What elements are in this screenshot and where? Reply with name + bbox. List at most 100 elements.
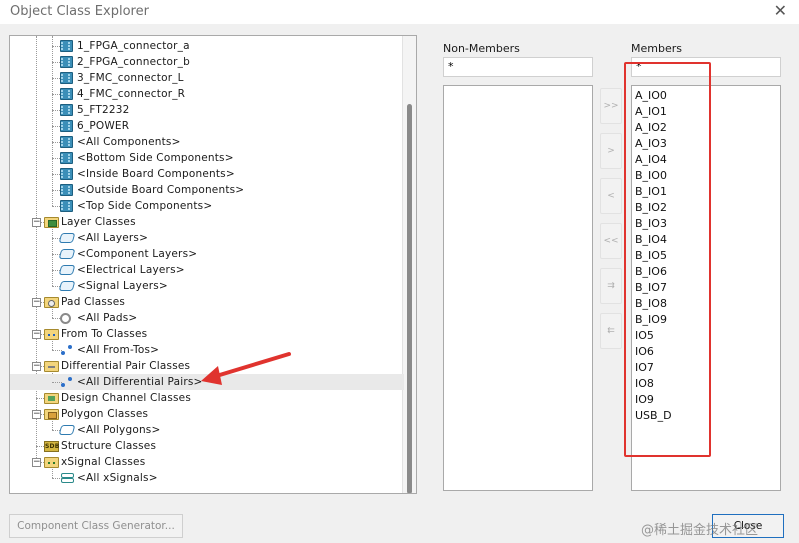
collapse-expander-icon[interactable]: − bbox=[32, 330, 41, 339]
scrollbar-thumb[interactable] bbox=[407, 104, 412, 493]
component-icon bbox=[60, 200, 73, 212]
component-icon bbox=[60, 136, 73, 148]
non-members-label: Non-Members bbox=[443, 42, 520, 55]
collapse-expander-icon[interactable]: − bbox=[32, 218, 41, 227]
diffpair-icon bbox=[60, 376, 73, 388]
move-all-left-button[interactable]: << bbox=[600, 223, 622, 259]
watermark: @稀土掘金技术社区 bbox=[641, 523, 759, 538]
tree-item-label: Design Channel Classes bbox=[61, 392, 191, 404]
tree-item[interactable]: 2_FPGA_connector_b bbox=[10, 54, 404, 70]
component-icon bbox=[60, 184, 73, 196]
fromto-folder-icon bbox=[44, 329, 59, 340]
tree-item[interactable]: <All Pads> bbox=[10, 310, 404, 326]
tree-item[interactable]: <All From-Tos> bbox=[10, 342, 404, 358]
tree-item[interactable]: <All xSignals> bbox=[10, 470, 404, 486]
tree-item[interactable]: <All Differential Pairs> bbox=[10, 374, 404, 390]
non-members-list[interactable] bbox=[443, 85, 593, 491]
tree-item[interactable]: <Bottom Side Components> bbox=[10, 150, 404, 166]
tree-item-label: Polygon Classes bbox=[61, 408, 149, 420]
tree-item-label: From To Classes bbox=[61, 328, 148, 340]
tree-item-label: 5_FT2232 bbox=[77, 104, 130, 116]
tree-item[interactable]: 6_POWER bbox=[10, 118, 404, 134]
tree-item[interactable]: <Top Side Components> bbox=[10, 198, 404, 214]
tree-item[interactable]: 4_FMC_connector_R bbox=[10, 86, 404, 102]
layer-icon bbox=[58, 233, 76, 243]
component-class-generator-button[interactable]: Component Class Generator... bbox=[9, 514, 183, 538]
title-bar: Object Class Explorer ✕ bbox=[0, 0, 799, 24]
tree-item[interactable]: <Outside Board Components> bbox=[10, 182, 404, 198]
tree-item[interactable]: <Electrical Layers> bbox=[10, 262, 404, 278]
component-icon bbox=[60, 56, 73, 68]
component-icon bbox=[60, 72, 73, 84]
class-tree[interactable]: 1_FPGA_connector_a 2_FPGA_connector_b 3_FM… bbox=[9, 35, 417, 494]
xsignal-folder-icon bbox=[44, 457, 59, 468]
tree-item[interactable]: Design Channel Classes bbox=[10, 390, 404, 406]
tree-item[interactable]: − From To Classes bbox=[10, 326, 404, 342]
component-icon bbox=[60, 88, 73, 100]
design-channel-folder-icon bbox=[44, 393, 59, 404]
tree-item-label: <All From-Tos> bbox=[77, 344, 160, 356]
tree-item-label: Structure Classes bbox=[61, 440, 157, 452]
tree-item[interactable]: SDB Structure Classes bbox=[10, 438, 404, 454]
move-left-button[interactable]: < bbox=[600, 178, 622, 214]
xsignal-icon bbox=[60, 473, 74, 483]
collapse-expander-icon[interactable]: − bbox=[32, 298, 41, 307]
tree-item[interactable]: <Signal Layers> bbox=[10, 278, 404, 294]
tree-item-label: <Top Side Components> bbox=[77, 200, 213, 212]
tree-item[interactable]: − Pad Classes bbox=[10, 294, 404, 310]
tree-item-label: <Electrical Layers> bbox=[77, 264, 185, 276]
pad-folder-icon bbox=[44, 297, 59, 308]
tree-item-label: xSignal Classes bbox=[61, 456, 146, 468]
tree-item[interactable]: − Layer Classes bbox=[10, 214, 404, 230]
tree-item-label: 4_FMC_connector_R bbox=[77, 88, 186, 100]
tree-item[interactable]: 3_FMC_connector_L bbox=[10, 70, 404, 86]
tree-scrollbar[interactable] bbox=[402, 36, 416, 493]
component-icon bbox=[60, 168, 73, 180]
tree-item[interactable]: <All Components> bbox=[10, 134, 404, 150]
pad-icon bbox=[60, 313, 71, 324]
move-all-right-button[interactable]: >> bbox=[600, 88, 622, 124]
move-right-button[interactable]: > bbox=[600, 133, 622, 169]
tree-item-label: <Outside Board Components> bbox=[77, 184, 245, 196]
layer-icon bbox=[58, 249, 76, 259]
move-selected-right-button[interactable]: ⇉ bbox=[600, 268, 622, 304]
tree-item[interactable]: − Polygon Classes bbox=[10, 406, 404, 422]
window-title: Object Class Explorer bbox=[10, 4, 149, 19]
collapse-expander-icon[interactable]: − bbox=[32, 458, 41, 467]
tree-item[interactable]: <All Layers> bbox=[10, 230, 404, 246]
tree-item[interactable]: − Differential Pair Classes bbox=[10, 358, 404, 374]
layer-icon bbox=[58, 281, 76, 291]
tree-item-label: <Component Layers> bbox=[77, 248, 198, 260]
polygon-icon bbox=[58, 425, 76, 435]
component-icon bbox=[60, 40, 73, 52]
collapse-expander-icon[interactable]: − bbox=[32, 362, 41, 371]
tree-item-label: <Bottom Side Components> bbox=[77, 152, 234, 164]
tree-item-label: Layer Classes bbox=[61, 216, 136, 228]
tree-item-label: <All Layers> bbox=[77, 232, 149, 244]
tree-item-label: <All Pads> bbox=[77, 312, 138, 324]
tree-item-label: 6_POWER bbox=[77, 120, 130, 132]
tree-item-label: 2_FPGA_connector_b bbox=[77, 56, 190, 68]
tree-item[interactable]: <Inside Board Components> bbox=[10, 166, 404, 182]
members-highlight-annotation bbox=[624, 62, 711, 457]
tree-item[interactable]: − xSignal Classes bbox=[10, 454, 404, 470]
tree-item-label: <All Polygons> bbox=[77, 424, 161, 436]
move-selected-left-button[interactable]: ⇇ bbox=[600, 313, 622, 349]
collapse-expander-icon[interactable]: − bbox=[32, 410, 41, 419]
component-icon bbox=[60, 152, 73, 164]
members-label: Members bbox=[631, 42, 682, 55]
tree-item-label: 1_FPGA_connector_a bbox=[77, 40, 190, 52]
tree-item-label: <Inside Board Components> bbox=[77, 168, 235, 180]
layer-folder-icon bbox=[44, 217, 59, 228]
fromto-icon bbox=[60, 344, 73, 356]
tree-item[interactable]: 1_FPGA_connector_a bbox=[10, 38, 404, 54]
tree-item-label: <Signal Layers> bbox=[77, 280, 168, 292]
tree-item[interactable]: 5_FT2232 bbox=[10, 102, 404, 118]
tree-item[interactable]: <Component Layers> bbox=[10, 246, 404, 262]
tree-item-label: <All xSignals> bbox=[77, 472, 158, 484]
tree-item[interactable]: <All Polygons> bbox=[10, 422, 404, 438]
layer-icon bbox=[58, 265, 76, 275]
non-members-filter-input[interactable]: * bbox=[443, 57, 593, 77]
close-window-icon[interactable]: ✕ bbox=[774, 1, 787, 21]
tree-item-label: 3_FMC_connector_L bbox=[77, 72, 184, 84]
